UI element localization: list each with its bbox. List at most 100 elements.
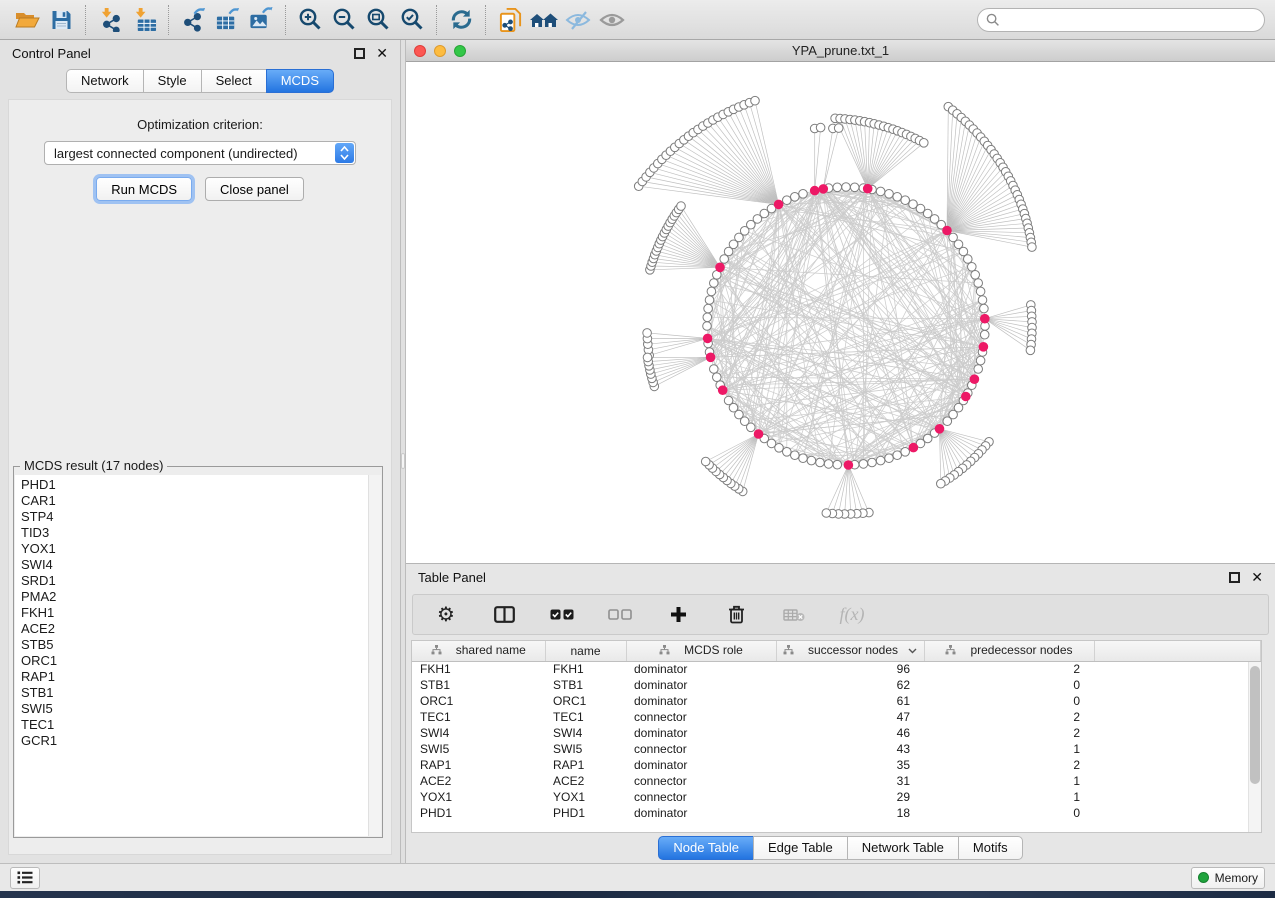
delete-table-icon — [783, 608, 805, 622]
list-item[interactable]: ORC1 — [21, 653, 368, 669]
column-header-mcds-role[interactable]: MCDS role — [626, 641, 776, 661]
table-row[interactable]: YOX1YOX1connector291 — [412, 789, 1261, 805]
tree-icon — [659, 644, 670, 658]
list-item[interactable]: TEC1 — [21, 717, 368, 733]
tab-node-table[interactable]: Node Table — [658, 836, 753, 860]
table-row[interactable]: FKH1FKH1dominator962 — [412, 661, 1261, 677]
close-panel-icon[interactable]: ✕ — [376, 48, 388, 59]
column-header-predecessor-nodes[interactable]: predecessor nodes — [924, 641, 1094, 661]
deselect-all-button[interactable] — [603, 599, 637, 631]
function-builder-button[interactable]: f(x) — [835, 599, 869, 631]
criterion-value: largest connected component (undirected) — [54, 146, 298, 161]
toolbar-separator — [285, 5, 286, 35]
table-settings-button[interactable]: ⚙ — [429, 599, 463, 631]
list-item[interactable]: TID3 — [21, 525, 368, 541]
tab-mcds[interactable]: MCDS — [266, 69, 334, 93]
export-image-button[interactable] — [244, 4, 278, 36]
mcds-result-listbox[interactable]: PHD1CAR1STP4TID3YOX1SWI4SRD1PMA2FKH1ACE2… — [15, 475, 381, 836]
float-panel-icon[interactable] — [354, 48, 365, 59]
close-panel-icon[interactable]: ✕ — [1251, 572, 1263, 583]
open-session-button[interactable] — [10, 4, 44, 36]
column-header-name[interactable]: name — [545, 641, 626, 661]
list-item[interactable]: SRD1 — [21, 573, 368, 589]
function-icon: f(x) — [840, 604, 865, 625]
table-scrollbar-thumb[interactable] — [1250, 666, 1260, 784]
memory-label: Memory — [1215, 871, 1258, 885]
first-neighbors-button[interactable] — [527, 4, 561, 36]
delete-table-button[interactable] — [777, 599, 811, 631]
table-row[interactable]: ACE2ACE2connector311 — [412, 773, 1261, 789]
export-network-button[interactable] — [176, 4, 210, 36]
list-item[interactable]: PMA2 — [21, 589, 368, 605]
list-item[interactable]: STP4 — [21, 509, 368, 525]
add-column-button[interactable] — [661, 599, 695, 631]
main-area: Control Panel ✕ NetworkStyleSelectMCDS O… — [0, 40, 1275, 863]
tab-edge-table[interactable]: Edge Table — [753, 836, 847, 860]
list-item[interactable]: ACE2 — [21, 621, 368, 637]
table-row[interactable]: TEC1TEC1connector472 — [412, 709, 1261, 725]
zoom-selected-button[interactable] — [395, 4, 429, 36]
right-column: YPA_prune.txt_1 Table Panel ✕ — [406, 40, 1275, 863]
run-mcds-button[interactable]: Run MCDS — [96, 177, 192, 201]
criterion-dropdown[interactable]: largest connected component (undirected) — [44, 141, 356, 165]
mcds-result-groupbox: MCDS result (17 nodes) PHD1CAR1STP4TID3Y… — [13, 466, 383, 838]
list-item[interactable]: SWI5 — [21, 701, 368, 717]
network-titlebar[interactable]: YPA_prune.txt_1 — [406, 40, 1275, 62]
mcds-result-list: PHD1CAR1STP4TID3YOX1SWI4SRD1PMA2FKH1ACE2… — [15, 475, 368, 836]
save-floppy-icon — [49, 8, 74, 32]
tab-motifs[interactable]: Motifs — [958, 836, 1023, 860]
table-row[interactable]: SWI5SWI5connector431 — [412, 741, 1261, 757]
toolbar-separator — [85, 5, 86, 35]
zoom-fit-button[interactable] — [361, 4, 395, 36]
search-input[interactable] — [977, 8, 1265, 32]
dropdown-spinner-icon — [335, 143, 354, 163]
refresh-view-button[interactable] — [444, 4, 478, 36]
result-scrollbar[interactable] — [368, 475, 381, 836]
column-header-successor-nodes[interactable]: successor nodes — [776, 641, 924, 661]
column-header-shared-name[interactable]: shared name — [412, 641, 545, 661]
show-columns-button[interactable] — [487, 599, 521, 631]
hide-selected-button[interactable] — [561, 4, 595, 36]
table-scrollbar[interactable] — [1248, 662, 1261, 832]
save-session-button[interactable] — [44, 4, 78, 36]
tab-network-table[interactable]: Network Table — [847, 836, 958, 860]
network-canvas[interactable] — [406, 62, 1275, 563]
gear-icon: ⚙ — [437, 605, 455, 625]
zoom-in-icon — [298, 7, 323, 32]
list-item[interactable]: PHD1 — [21, 477, 368, 493]
delete-columns-button[interactable] — [719, 599, 753, 631]
list-item[interactable]: CAR1 — [21, 493, 368, 509]
tab-network[interactable]: Network — [66, 69, 143, 93]
task-history-button[interactable] — [10, 867, 40, 889]
memory-button[interactable]: Memory — [1191, 867, 1265, 889]
splitter-grip[interactable] — [401, 453, 405, 469]
show-all-button[interactable] — [595, 4, 629, 36]
export-table-button[interactable] — [210, 4, 244, 36]
duplicate-network-button[interactable] — [493, 4, 527, 36]
list-item[interactable]: GCR1 — [21, 733, 368, 749]
list-item[interactable]: SWI4 — [21, 557, 368, 573]
network-graph[interactable] — [406, 62, 1273, 562]
trash-icon — [728, 605, 745, 624]
select-all-button[interactable] — [545, 599, 579, 631]
table-row[interactable]: PHD1PHD1dominator180 — [412, 805, 1261, 821]
close-panel-button[interactable]: Close panel — [205, 177, 304, 201]
tab-style[interactable]: Style — [143, 69, 201, 93]
toolbar-separator — [436, 5, 437, 35]
table-row[interactable]: SWI4SWI4dominator462 — [412, 725, 1261, 741]
list-item[interactable]: RAP1 — [21, 669, 368, 685]
zoom-out-button[interactable] — [327, 4, 361, 36]
list-item[interactable]: STB1 — [21, 685, 368, 701]
table-row[interactable]: STB1STB1dominator620 — [412, 677, 1261, 693]
table-row[interactable]: ORC1ORC1dominator610 — [412, 693, 1261, 709]
import-network-button[interactable] — [93, 4, 127, 36]
float-panel-icon[interactable] — [1229, 572, 1240, 583]
import-table-button[interactable] — [127, 4, 161, 36]
zoom-fit-icon — [366, 7, 391, 32]
list-item[interactable]: STB5 — [21, 637, 368, 653]
list-item[interactable]: FKH1 — [21, 605, 368, 621]
zoom-in-button[interactable] — [293, 4, 327, 36]
tab-select[interactable]: Select — [201, 69, 266, 93]
table-row[interactable]: RAP1RAP1dominator352 — [412, 757, 1261, 773]
list-item[interactable]: YOX1 — [21, 541, 368, 557]
